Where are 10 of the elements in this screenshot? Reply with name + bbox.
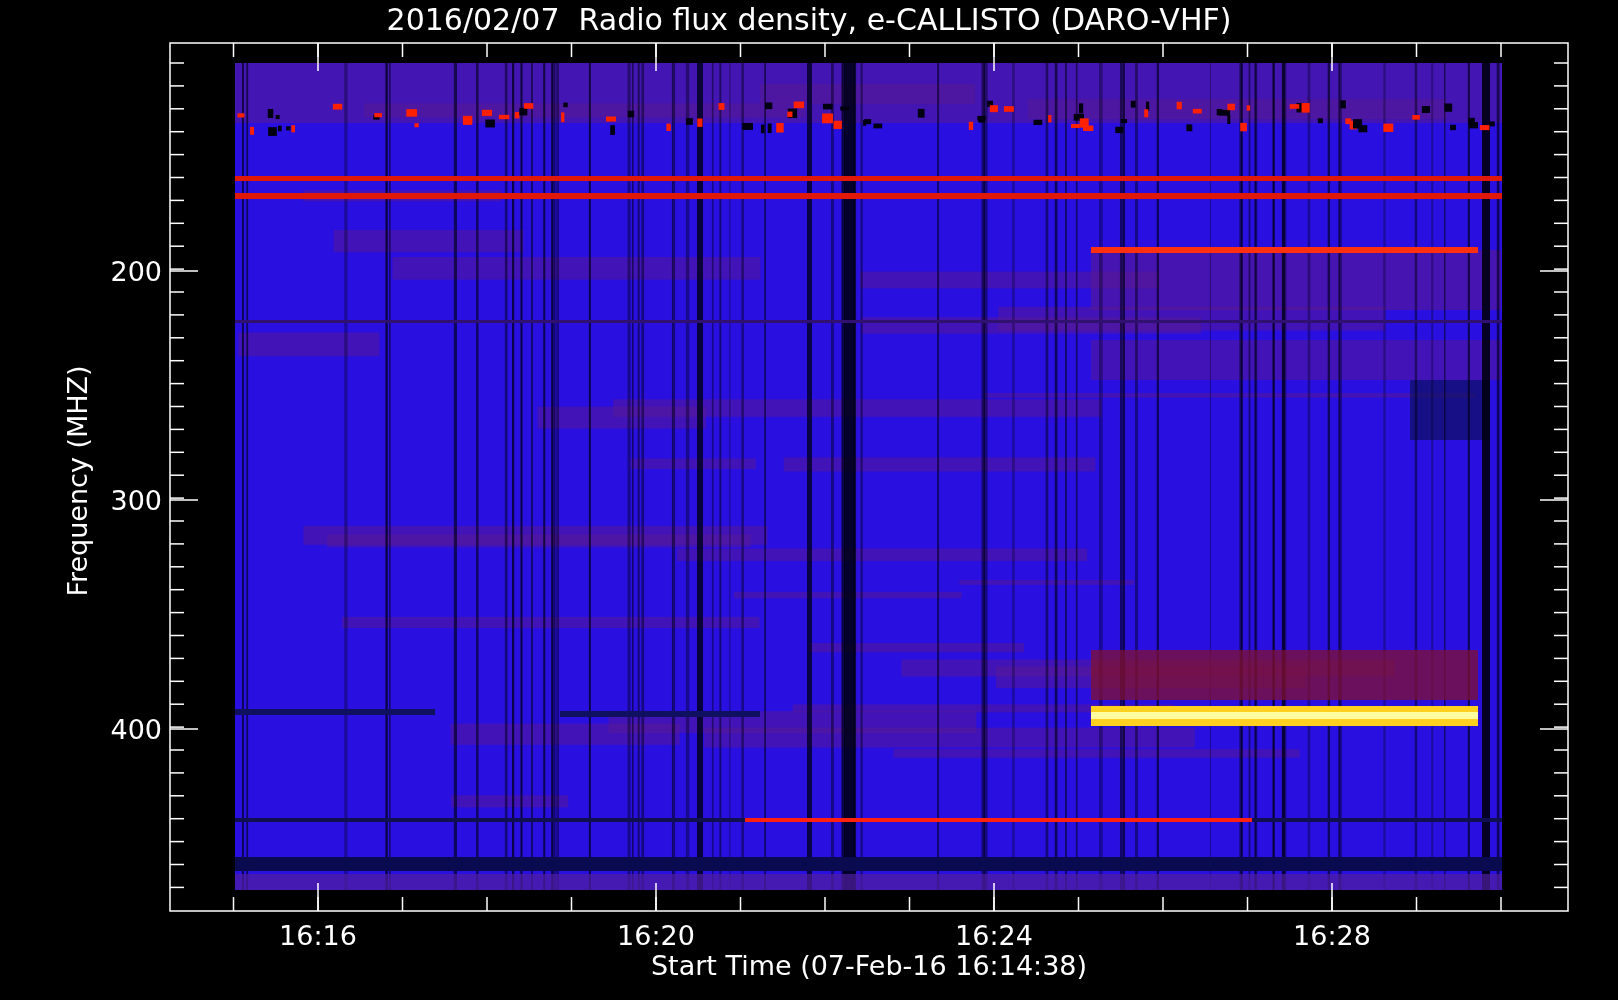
y-tick-label: 400 xyxy=(110,714,162,745)
x-tick-label: 16:28 xyxy=(1293,920,1371,951)
chart-title: 2016/02/07 Radio flux density, e-CALLISTO (DARO-VHF) xyxy=(385,1,1233,39)
x-axis-title: Start Time (07-Feb-16 16:14:38) xyxy=(650,950,1088,981)
y-tick-label: 300 xyxy=(110,485,162,516)
x-tick-label: 16:24 xyxy=(955,920,1033,951)
x-tick-label: 16:16 xyxy=(279,920,357,951)
y-tick-label: 200 xyxy=(110,256,162,287)
y-axis-title: Frequency (MHZ) xyxy=(62,365,93,597)
x-tick-label: 16:20 xyxy=(617,920,695,951)
